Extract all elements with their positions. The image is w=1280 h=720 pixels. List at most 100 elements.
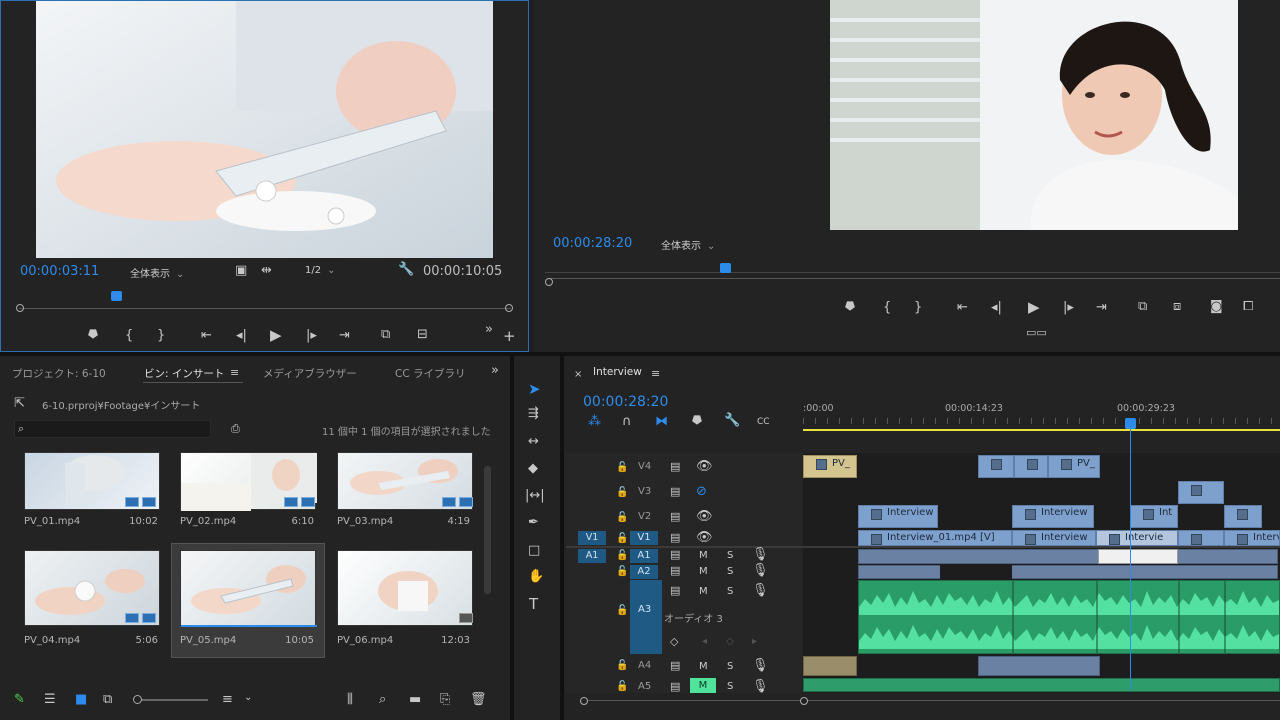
lock-icon[interactable]: 🔓 (616, 511, 628, 525)
tab-bin-insert[interactable]: ビン: インサート (144, 366, 224, 381)
audio-clip-a3[interactable] (858, 580, 1280, 654)
sync-lock-icon[interactable]: ▤ (670, 564, 680, 578)
sync-lock-icon[interactable]: ▤ (670, 510, 680, 524)
tab-media-browser[interactable]: メディアブラウザー (263, 366, 357, 381)
sync-lock-icon[interactable]: ▤ (670, 460, 680, 474)
tab-cc-libraries[interactable]: CC ライブラリ (395, 366, 466, 381)
lock-icon[interactable]: 🔓 (616, 680, 628, 694)
mute-button[interactable]: M (699, 661, 708, 672)
timeline-marker-icon[interactable]: ⯂ (691, 415, 701, 429)
mute-button-active[interactable]: M (690, 678, 716, 693)
work-area-bar[interactable] (803, 429, 1280, 431)
keyframe-toggle-icon[interactable]: ◇ (670, 635, 678, 649)
voiceover-mic-icon[interactable]: 🎙 (752, 680, 769, 694)
go-to-in-icon[interactable]: ⇤ (201, 329, 212, 343)
extract-icon[interactable]: ⧈ (1173, 300, 1181, 314)
go-to-out-icon[interactable]: ⇥ (339, 329, 350, 343)
comparison-view-icon[interactable]: ⧠ (1243, 300, 1253, 314)
audio-clip-a1[interactable] (858, 549, 1278, 564)
captions-icon[interactable]: CC (757, 415, 770, 429)
timeline-horizontal-scrollbar[interactable] (580, 697, 1280, 705)
sort-dropdown-icon[interactable]: ⌄ (244, 691, 252, 705)
program-step-back-icon[interactable]: ◂| (991, 301, 1002, 315)
mute-button[interactable]: M (699, 586, 708, 597)
zoom-slider-handle[interactable] (133, 695, 142, 704)
find-icon[interactable]: ⌕ (379, 693, 386, 707)
program-zoom-dropdown[interactable]: 全体表示 (661, 237, 741, 252)
program-current-timecode[interactable]: 00:00:28:20 (553, 236, 632, 251)
zoom-slider[interactable] (134, 699, 208, 701)
clip-v4-small[interactable] (1014, 455, 1048, 478)
insert-nested-icon[interactable]: ⁂ (588, 415, 601, 429)
sync-lock-icon[interactable]: ▤ (670, 584, 680, 598)
sync-lock-icon[interactable]: ▤ (670, 485, 680, 499)
sequence-menu-icon[interactable]: ≡ (651, 367, 660, 381)
source-current-timecode[interactable]: 00:00:03:11 (20, 264, 99, 279)
new-bin-icon[interactable]: ▬ (409, 693, 421, 707)
sort-icon[interactable]: ≡ (222, 693, 233, 707)
more-controls-icon[interactable]: » (485, 323, 493, 337)
lock-icon[interactable]: 🔓 (616, 659, 628, 673)
tab-project[interactable]: プロジェクト: 6-10 (12, 366, 106, 381)
close-sequence-icon[interactable]: × (574, 368, 582, 382)
eye-hidden-icon[interactable]: ⊘ (696, 485, 707, 499)
overwrite-icon[interactable]: ⊟ (417, 328, 428, 342)
trash-icon[interactable]: 🗑 (470, 693, 487, 707)
timeline-timecode[interactable]: 00:00:28:20 (583, 394, 668, 410)
voiceover-mic-icon[interactable]: 🎙 (752, 548, 769, 562)
hand-tool-icon[interactable]: ✋ (528, 570, 544, 584)
mute-button[interactable]: M (699, 550, 708, 561)
source-playhead[interactable] (111, 291, 122, 301)
timeline-ruler[interactable]: :00:00 00:00:14:23 00:00:29:23 (803, 400, 1280, 434)
voiceover-mic-icon[interactable]: 🎙 (752, 659, 769, 673)
sync-lock-icon[interactable]: ▤ (670, 548, 680, 562)
audio-clip-a1-selected[interactable] (1098, 549, 1178, 564)
lock-icon[interactable]: 🔓 (616, 461, 628, 475)
button-editor-icon[interactable]: + (503, 329, 516, 344)
prev-keyframe-icon[interactable]: ◂ (702, 635, 707, 649)
clip-v1-a[interactable]: Interview_01.mp4 [V] (858, 530, 1012, 546)
voiceover-mic-icon[interactable]: 🎙 (752, 564, 769, 578)
clip-v4-a[interactable]: PV_ (803, 455, 857, 478)
lock-icon[interactable]: 🔓 (616, 604, 628, 618)
clip-v1-d[interactable]: Interv (1224, 530, 1280, 546)
voiceover-mic-icon[interactable]: 🎙 (752, 584, 769, 598)
timeline-settings-icon[interactable]: 🔧 (724, 414, 740, 428)
sync-lock-icon[interactable]: ▤ (670, 659, 680, 673)
play-icon[interactable]: ▶ (270, 328, 282, 343)
clip-v1-b[interactable]: Interview (1012, 530, 1096, 546)
mark-in-icon[interactable]: { (125, 329, 133, 343)
pencil-icon[interactable]: ✎ (14, 693, 25, 707)
source-scrub-bar[interactable] (16, 301, 513, 315)
rectangle-tool-icon[interactable]: □ (528, 544, 540, 558)
source-patch-v1[interactable]: V1 (578, 531, 606, 545)
audio-clip-a5[interactable] (803, 678, 1280, 692)
add-keyframe-icon[interactable]: ◇ (726, 635, 734, 649)
list-item[interactable] (337, 452, 473, 510)
track-select-tool-icon[interactable]: ⇶ (528, 407, 539, 421)
lock-icon[interactable]: 🔓 (616, 532, 628, 546)
solo-button[interactable]: S (727, 566, 733, 577)
lock-icon[interactable]: 🔓 (616, 549, 628, 563)
program-playhead[interactable] (720, 263, 731, 273)
solo-button[interactable]: S (727, 550, 733, 561)
clip-v4-small[interactable] (978, 455, 1014, 478)
program-step-forward-icon[interactable]: |▸ (1063, 301, 1074, 315)
source-resolution-dropdown[interactable]: 1/2 (305, 265, 383, 276)
vr-video-icon[interactable]: ▭▭ (1026, 326, 1047, 340)
program-mark-out-icon[interactable]: } (914, 301, 922, 315)
pen-tool-icon[interactable]: ✒ (528, 516, 539, 530)
list-view-icon[interactable]: ☰ (44, 693, 56, 707)
bin-scrollbar[interactable] (484, 466, 491, 594)
freeform-view-icon[interactable]: ⧉ (103, 693, 112, 707)
lock-icon[interactable]: 🔓 (616, 565, 628, 579)
icon-view-icon[interactable]: ■ (75, 693, 87, 707)
source-patch-a1[interactable]: A1 (578, 549, 606, 563)
lift-icon[interactable]: ⧉ (1138, 300, 1147, 314)
sync-lock-icon[interactable]: ▤ (670, 531, 680, 545)
type-tool-icon[interactable]: T (529, 597, 538, 612)
eye-icon[interactable]: 👁 (696, 510, 713, 524)
clip-v4-b[interactable]: PV_ (1048, 455, 1100, 478)
linked-selection-icon[interactable]: ⧓ (655, 415, 668, 429)
solo-button[interactable]: S (727, 661, 733, 672)
